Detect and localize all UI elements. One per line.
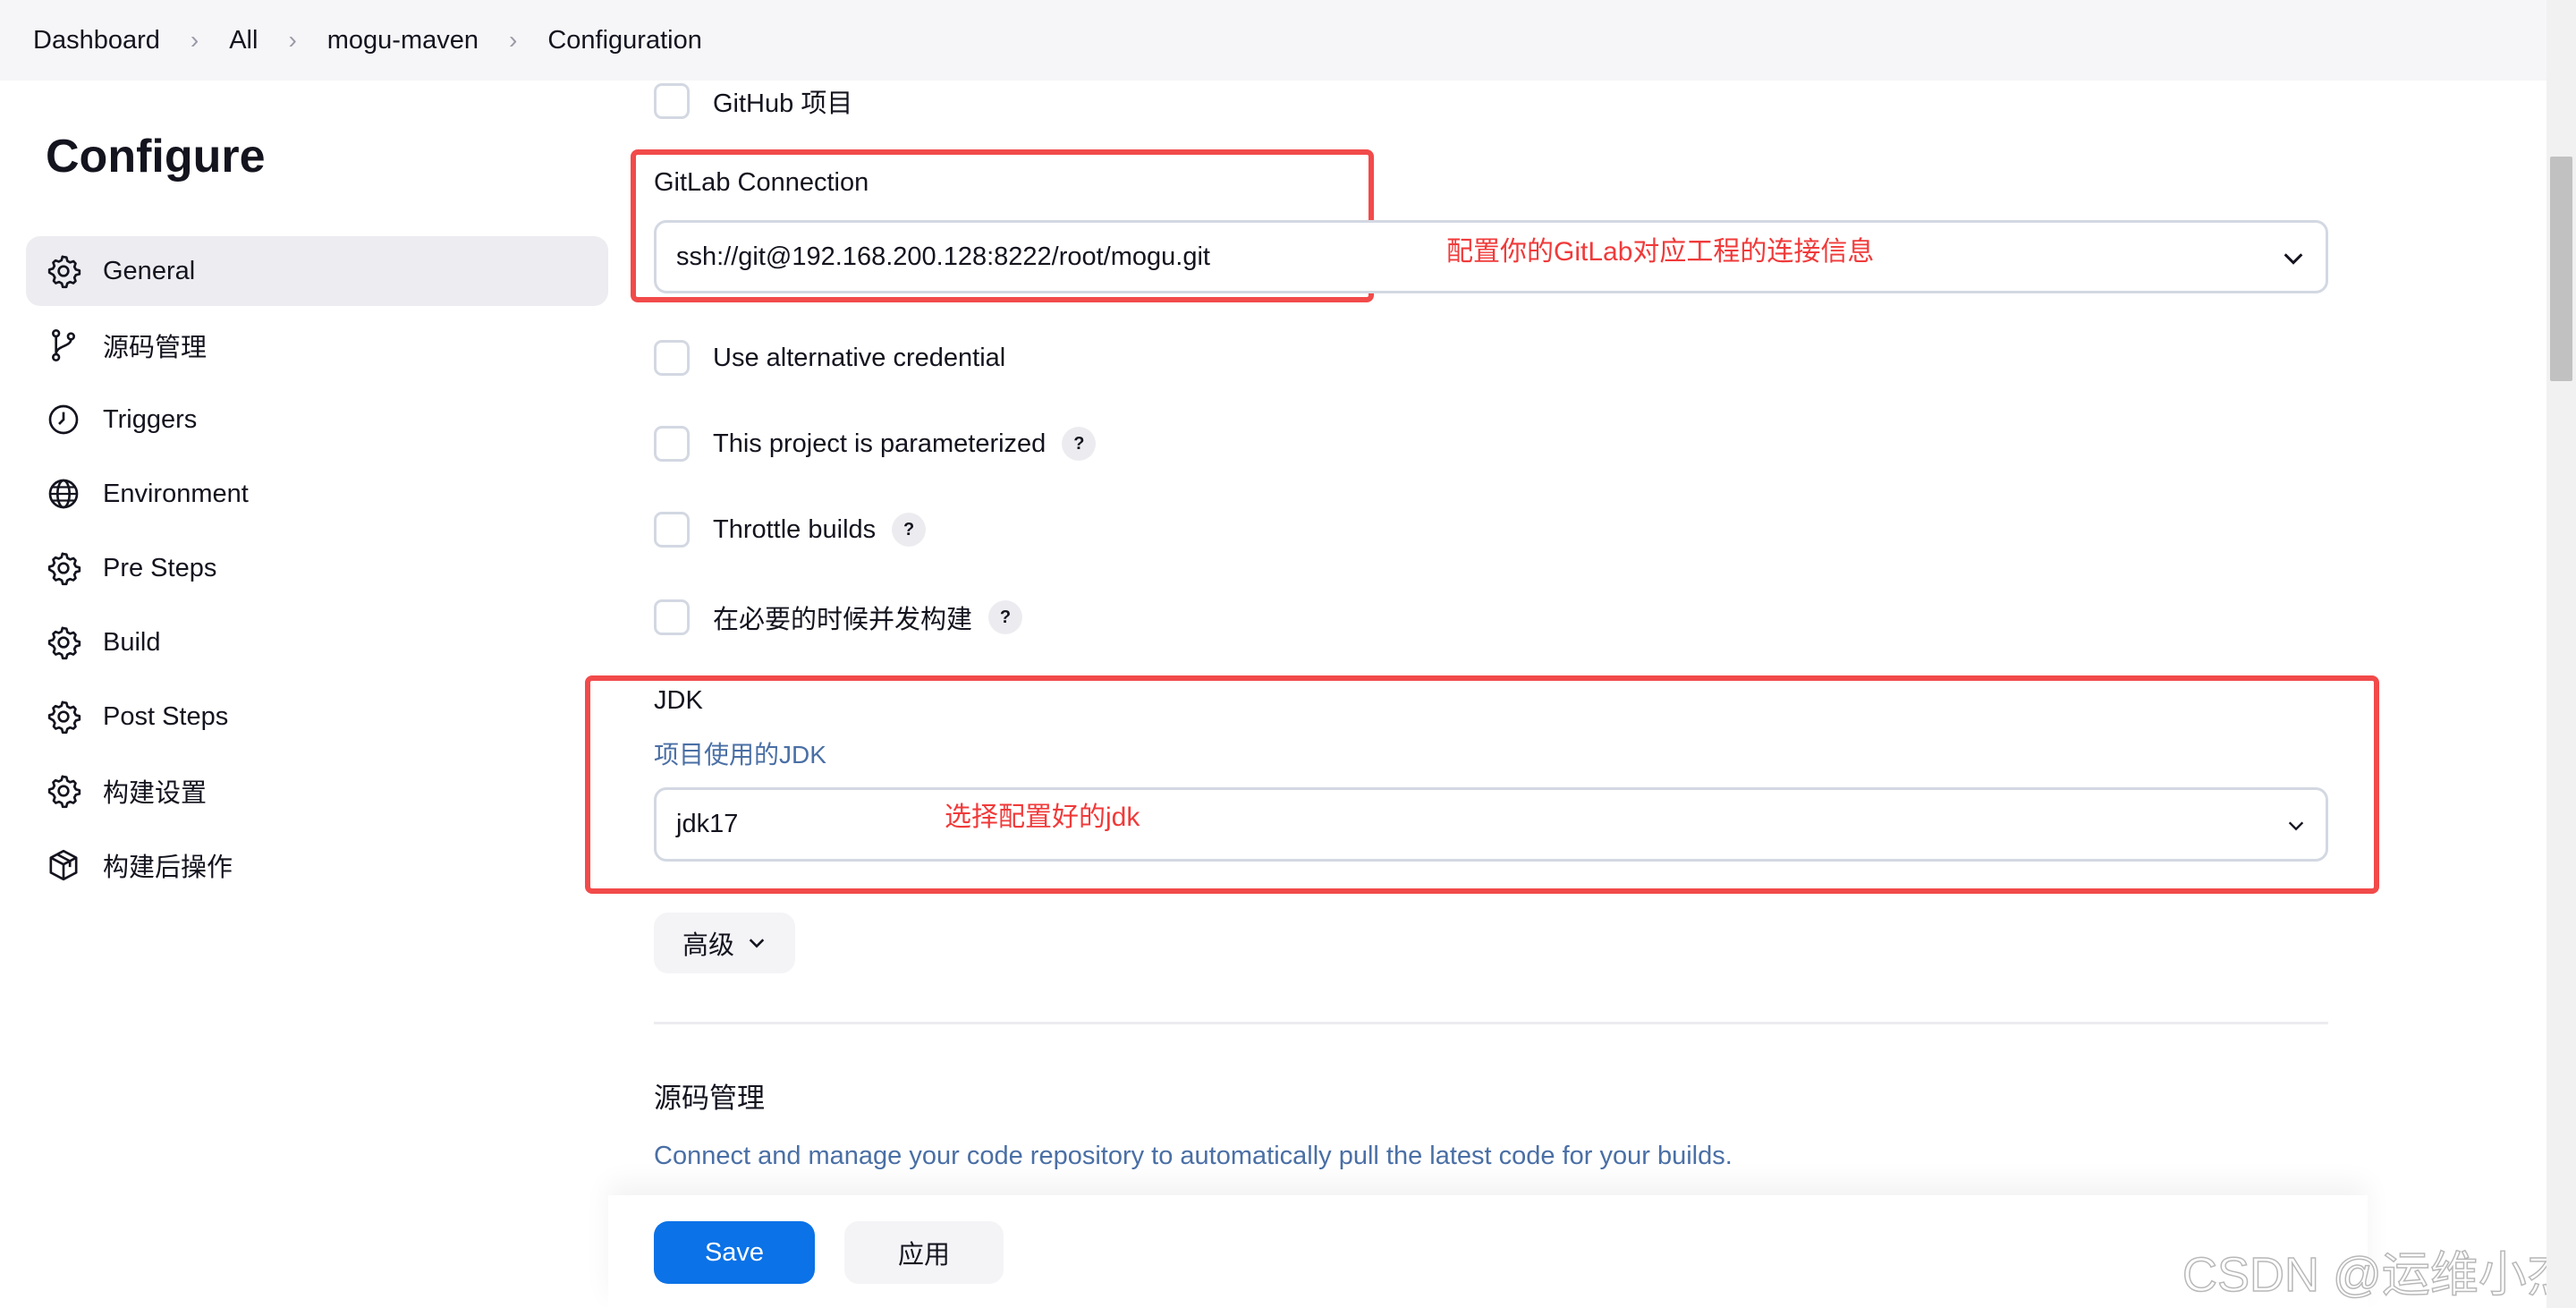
sidebar-item-label: Triggers [103,404,198,434]
option-label: Use alternative credential [713,343,1006,372]
breadcrumb: Dashboard › All › mogu-maven › Configuratio… [0,0,2546,81]
chevron-right-icon: › [190,26,199,54]
sidebar-item[interactable]: Post Steps [26,682,608,752]
gitlab-connection-label: GitLab Connection [654,168,869,197]
advanced-button[interactable]: 高级 [654,913,795,973]
parameterized-checkbox[interactable] [654,426,690,462]
option-label: This project is parameterized [713,429,1046,458]
jdk-description: 项目使用的JDK [654,741,826,769]
scm-section-title: 源码管理 [654,1083,765,1114]
chevron-down-icon [2284,253,2303,265]
breadcrumb-configuration[interactable]: Configuration [547,26,702,55]
sidebar-item[interactable]: Environment [26,459,608,529]
help-icon[interactable]: ? [892,513,927,547]
sidebar-item-label: General [103,256,196,285]
chevron-down-icon [2288,821,2304,831]
jdk-select[interactable]: jdk17 [654,787,2328,862]
select-value: jdk17 [676,810,739,838]
package-icon [49,849,78,881]
help-icon[interactable]: ? [1062,427,1097,461]
gear-icon [47,552,81,586]
sidebar-item[interactable]: General [26,236,608,306]
sidebar-item-label: 源码管理 [103,334,208,362]
divider [654,1022,2328,1024]
gear-icon [47,775,81,809]
gear-icon [47,255,81,289]
breadcrumb-all[interactable]: All [229,26,258,55]
chevron-right-icon: › [509,26,518,54]
scrollbar-thumb[interactable] [2550,157,2572,381]
apply-button[interactable]: 应用 [844,1221,1004,1284]
throttle-checkbox[interactable] [654,512,690,548]
annotation-gitlab: 配置你的GitLab对应工程的连接信息 [1446,237,1875,267]
sidebar-item[interactable]: Build [26,607,608,677]
throttle-option[interactable]: Throttle builds? [654,512,927,548]
jdk-label: JDK [654,686,703,715]
advanced-label: 高级 [682,931,734,960]
sidebar-item[interactable]: Triggers [26,385,608,454]
concurrent-option[interactable]: 在必要的时候并发构建? [654,599,1023,636]
sidebar-item[interactable]: Pre Steps [26,533,608,603]
select-value: ssh://git@192.168.200.128:8222/root/mogu… [676,242,1210,271]
github-project-option[interactable]: GitHub 项目 [654,82,852,120]
chevron-down-icon [749,939,765,948]
sidebar-item[interactable]: 构建设置 [26,756,608,826]
page-title: Configure [46,131,266,183]
breadcrumb-job[interactable]: mogu-maven [327,26,479,55]
sidebar-item-label: Environment [103,479,249,508]
alt-credential-checkbox[interactable] [654,340,690,376]
gear-icon [47,701,81,735]
gear-icon [47,626,81,660]
sidebar-item-label: 构建后操作 [103,854,233,882]
watermark: CSDN @运维小杰 [2182,1247,2575,1303]
sidebar: General 源码管理 Triggers Environment Pre Steps B… [26,236,608,905]
option-label: Throttle builds [713,514,877,544]
clock-icon [48,404,79,435]
scrollbar[interactable] [2546,0,2576,1308]
parameterized-option[interactable]: This project is parameterized? [654,426,1097,462]
sidebar-item-label: Pre Steps [103,553,217,582]
help-icon[interactable]: ? [988,600,1023,634]
sidebar-item-label: 构建设置 [103,779,208,808]
option-label: GitHub 项目 [713,89,853,118]
alt-credential-option[interactable]: Use alternative credential [654,340,1005,376]
sidebar-item-label: Post Steps [103,701,229,731]
chevron-right-icon: › [288,26,297,54]
branch-icon [52,329,76,361]
option-label: 在必要的时候并发构建 [713,606,973,634]
sidebar-item-label: Build [103,627,161,657]
annotation-jdk: 选择配置好的jdk [945,803,1140,832]
breadcrumb-dashboard[interactable]: Dashboard [33,26,160,55]
concurrent-checkbox[interactable] [654,599,690,635]
globe-icon [48,479,79,509]
scm-description: Connect and manage your code repository … [654,1142,1733,1170]
save-button[interactable]: Save [654,1221,815,1284]
github-project-checkbox[interactable] [654,83,690,119]
sidebar-item[interactable]: 构建后操作 [26,830,608,900]
sidebar-item[interactable]: 源码管理 [26,310,608,380]
